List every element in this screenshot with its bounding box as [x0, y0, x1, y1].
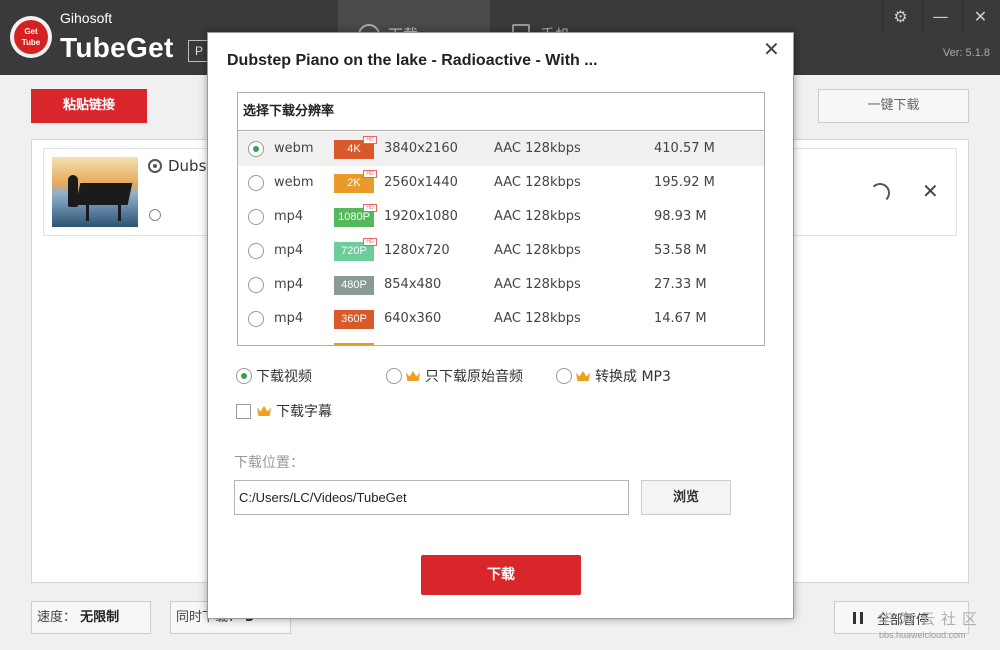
- download-path-field[interactable]: C:/Users/LC/Videos/TubeGet: [234, 480, 629, 515]
- crown-icon: [257, 406, 271, 416]
- dimensions-label: 2560x1440: [384, 175, 458, 190]
- loading-spinner-icon: [870, 183, 890, 203]
- settings-gear-icon[interactable]: ⚙: [882, 0, 918, 34]
- audio-radio[interactable]: [386, 368, 402, 384]
- option-subtitle-label: 下载字幕: [276, 404, 332, 420]
- resolution-header: 选择下载分辨率: [238, 93, 764, 131]
- size-label: 53.58 M: [654, 243, 707, 258]
- crown-icon: [576, 371, 590, 381]
- clock-icon: [149, 209, 161, 221]
- dialog-close-icon[interactable]: ✕: [763, 37, 780, 61]
- dimensions-label: 640x360: [384, 311, 442, 326]
- hd-badge-icon: HD: [363, 238, 377, 246]
- brand-subtitle: Gihosoft: [60, 10, 113, 26]
- film-reel-icon: [148, 159, 162, 173]
- option-audio-only[interactable]: 只下载原始音频: [386, 366, 523, 386]
- speed-limit-selector[interactable]: 速度： 无限制: [31, 601, 151, 634]
- download-options-dialog: Dubstep Piano on the lake - Radioactive …: [207, 32, 794, 619]
- option-video-label: 下载视频: [256, 369, 312, 385]
- size-label: 410.57 M: [654, 141, 715, 156]
- audio-label: AAC 128kbps: [494, 209, 581, 224]
- resolution-radio[interactable]: [248, 175, 264, 191]
- audio-label: AAC 128kbps: [494, 175, 581, 190]
- download-location-label: 下载位置：: [234, 455, 304, 471]
- resolution-radio[interactable]: [248, 209, 264, 225]
- resolution-row-360p[interactable]: mp4 360P 640x360 AAC 128kbps 14.67 M: [238, 302, 764, 336]
- resolution-row-4k[interactable]: webm 4K HD 3840x2160 AAC 128kbps 410.57 …: [238, 132, 764, 166]
- resolution-row-720p[interactable]: mp4 720P HD 1280x720 AAC 128kbps 53.58 M: [238, 234, 764, 268]
- option-mp3-label: 转换成 MP3: [595, 369, 671, 385]
- resolution-list: 选择下载分辨率 webm 4K HD 3840x2160 AAC 128kbps…: [237, 92, 765, 346]
- close-window-button[interactable]: ✕: [962, 0, 998, 34]
- audio-label: AAC 128kbps: [494, 141, 581, 156]
- format-label: mp4: [274, 277, 304, 292]
- resolution-radio[interactable]: [248, 311, 264, 327]
- format-label: webm: [274, 175, 314, 190]
- watermark-url: bbs.huaweicloud.com: [879, 630, 966, 640]
- dimensions-label: 1920x1080: [384, 209, 458, 224]
- pause-icon: [853, 612, 863, 624]
- resolution-row-1080p[interactable]: mp4 1080P HD 1920x1080 AAC 128kbps 98.93…: [238, 200, 764, 234]
- brand-title: TubeGet: [60, 32, 174, 63]
- option-audio-label: 只下载原始音频: [425, 369, 523, 385]
- paste-link-button[interactable]: 粘贴链接: [31, 89, 147, 123]
- logo-text-top: Get: [24, 27, 38, 36]
- speed-label: 速度：: [37, 610, 77, 625]
- hd-badge-icon: HD: [363, 170, 377, 178]
- format-label: webm: [274, 141, 314, 156]
- option-download-subtitles[interactable]: 下载字幕: [236, 401, 332, 421]
- audio-label: AAC 128kbps: [494, 243, 581, 258]
- quality-badge: 480P: [334, 276, 374, 295]
- size-label: 195.92 M: [654, 175, 715, 190]
- format-label: mp4: [274, 311, 304, 326]
- app-logo-icon: Get Tube: [10, 16, 52, 58]
- list-item-title: Dubst: [168, 157, 213, 175]
- remove-item-close-icon[interactable]: ✕: [922, 179, 939, 203]
- audio-label: AAC 128kbps: [494, 311, 581, 326]
- subtitle-checkbox[interactable]: [236, 404, 251, 419]
- dimensions-label: 1280x720: [384, 243, 450, 258]
- watermark-text: 华为云社区: [878, 610, 984, 628]
- resolution-row-480p[interactable]: mp4 480P 854x480 AAC 128kbps 27.33 M: [238, 268, 764, 302]
- video-thumbnail: [52, 157, 138, 227]
- video-radio[interactable]: [236, 368, 252, 384]
- mp3-radio[interactable]: [556, 368, 572, 384]
- speed-value: 无限制: [80, 610, 120, 625]
- dialog-title: Dubstep Piano on the lake - Radioactive …: [227, 52, 598, 69]
- format-label: mp4: [274, 209, 304, 224]
- size-label: 98.93 M: [654, 209, 707, 224]
- size-label: 27.33 M: [654, 277, 707, 292]
- option-convert-mp3[interactable]: 转换成 MP3: [556, 366, 671, 386]
- option-download-video[interactable]: 下载视频: [236, 366, 312, 386]
- minimize-button[interactable]: —: [922, 0, 958, 34]
- crown-icon: [406, 371, 420, 381]
- resolution-radio[interactable]: [248, 243, 264, 259]
- resolution-row-2k[interactable]: webm 2K HD 2560x1440 AAC 128kbps 195.92 …: [238, 166, 764, 200]
- partial-quality-badge: [334, 343, 374, 345]
- size-label: 14.67 M: [654, 311, 707, 326]
- quality-badge: 360P: [334, 310, 374, 329]
- one-click-download-button[interactable]: 一键下载: [818, 89, 969, 123]
- dimensions-label: 3840x2160: [384, 141, 458, 156]
- resolution-radio[interactable]: [248, 141, 264, 157]
- logo-text-bottom: Tube: [21, 38, 41, 47]
- download-button[interactable]: 下载: [421, 555, 581, 595]
- dimensions-label: 854x480: [384, 277, 442, 292]
- format-label: mp4: [274, 243, 304, 258]
- hd-badge-icon: HD: [363, 204, 377, 212]
- browse-button[interactable]: 浏览: [641, 480, 731, 515]
- resolution-radio[interactable]: [248, 277, 264, 293]
- hd-badge-icon: HD: [363, 136, 377, 144]
- version-label: Ver: 5.1.8: [942, 47, 990, 59]
- audio-label: AAC 128kbps: [494, 277, 581, 292]
